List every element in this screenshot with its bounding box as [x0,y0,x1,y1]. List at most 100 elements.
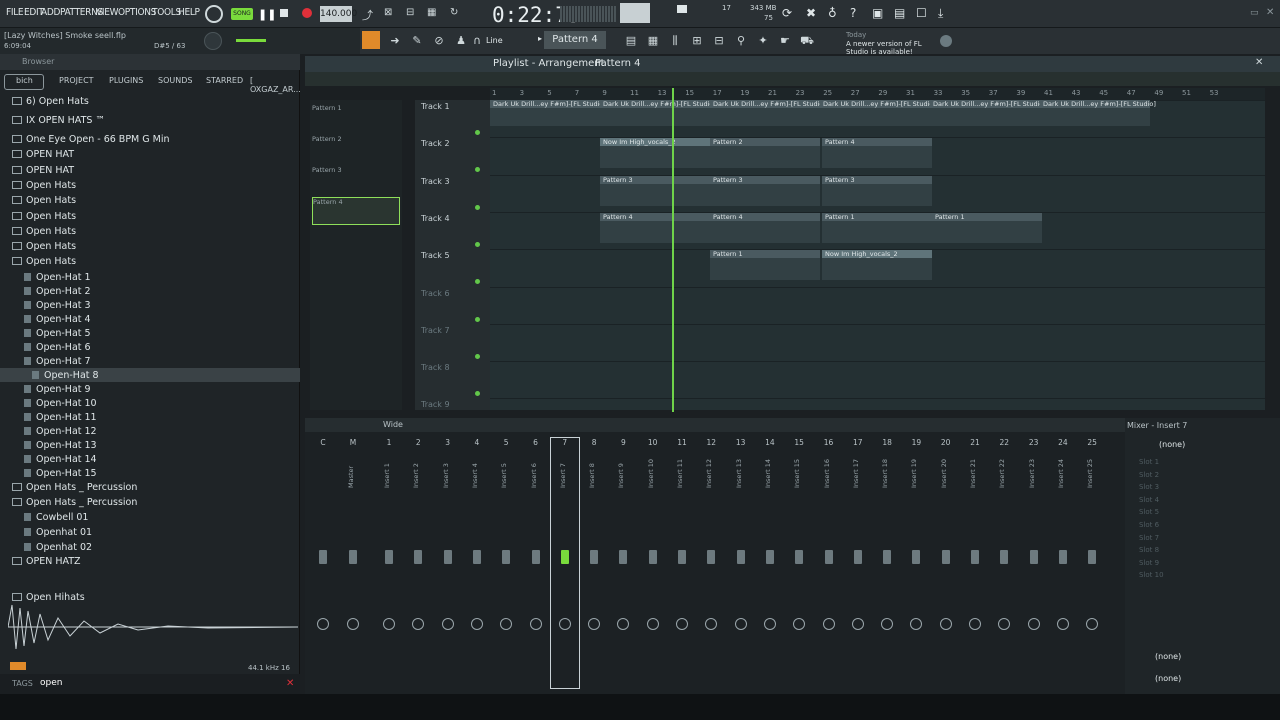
browser-file-item[interactable]: Cowbell 01 [24,512,88,523]
refresh-icon[interactable]: ⟳ [782,6,792,20]
menu-options[interactable]: OPTIONS [118,7,156,18]
browser-icon[interactable]: ⊟ [712,34,726,48]
news-globe-icon[interactable] [940,35,952,47]
fx-icon[interactable]: ✖ [806,6,816,20]
browser-file-item[interactable]: Open-Hat 3 [24,300,91,311]
volume-fader[interactable] [472,550,481,564]
pause-icon[interactable]: ❚❚ [258,8,276,21]
browser-folder-item[interactable]: Open Hats [12,256,76,267]
effect-slot[interactable]: Slot 4 [1139,496,1159,504]
audio-clip[interactable]: Dark Uk Drill...ey F#m]-[FL Studio] [490,100,606,126]
volume-fader[interactable] [707,550,716,564]
edison-icon[interactable]: ✦ [756,34,770,48]
pan-knob[interactable] [734,618,747,630]
browser-file-item[interactable]: Open-Hat 9 [24,384,91,395]
mic-icon[interactable]: ♁ [828,6,837,20]
menu-tools[interactable]: TOOLS [152,7,181,18]
mixer-strip[interactable]: 13 Insert 13 [727,438,755,688]
effect-slot[interactable]: Slot 1 [1139,458,1159,466]
audio-clip[interactable]: Dark Uk Drill...ey F#m]-[FL Studio] [1040,100,1156,126]
browser-folder-item[interactable]: Open Hats [12,241,76,252]
browser-folder-item[interactable]: Open Hats _ Percussion [12,482,137,493]
menu-add[interactable]: ADD [41,7,60,18]
tags-search-input[interactable]: open [40,678,62,688]
volume-fader[interactable] [1029,550,1038,564]
pan-knob[interactable] [317,618,329,630]
volume-fader[interactable] [414,550,423,564]
step-edit-icon[interactable]: ▦ [427,7,436,18]
track-mute-icon[interactable] [475,279,480,285]
mixer-strip[interactable]: 15 Insert 15 [785,438,813,688]
mixer-strip[interactable]: 7 Insert 7 [549,437,580,689]
browser-folder-item[interactable]: Open Hats [12,211,76,222]
save-icon[interactable]: ▣ [872,6,883,20]
tab-project[interactable]: PROJECT [59,76,94,85]
mixer-icon[interactable]: ⫼ [668,34,682,48]
pan-knob[interactable] [851,618,864,630]
pattern-item[interactable]: Pattern 3 [312,166,400,194]
arrangement-grid[interactable]: Dark Uk Drill...ey F#m]-[FL Studio] Dark … [490,100,1265,410]
piano-roll-icon[interactable]: ⊞ [690,34,704,48]
track-mute-icon[interactable] [475,316,480,322]
pattern-clip[interactable]: Pattern 1 [822,213,932,243]
pattern-clip[interactable]: Pattern 4 [822,138,932,168]
volume-fader[interactable] [590,550,599,564]
pan-knob[interactable] [646,618,659,630]
mixer-strip[interactable]: 19 Insert 19 [902,438,930,688]
volume-fader[interactable] [736,550,745,564]
output-select-2[interactable]: (none) [1155,674,1181,683]
wait-record-icon[interactable]: ⊠ [384,7,392,18]
volume-fader[interactable] [319,550,327,564]
pan-knob[interactable] [441,618,454,630]
pattern-item[interactable]: Pattern 1 [312,104,400,132]
mixer-strip[interactable]: M Master [339,438,367,688]
volume-fader[interactable] [941,550,950,564]
pan-knob[interactable] [1027,618,1040,630]
track-name[interactable]: Track 8 [421,363,450,372]
mixer-view-mode[interactable]: Wide [383,420,403,429]
pat-song-toggle-icon[interactable] [205,5,223,23]
pattern-item[interactable]: Pattern 2 [312,135,400,163]
volume-fader[interactable] [765,550,774,564]
pattern-clip[interactable]: Pattern 4 [710,213,820,243]
news-text[interactable]: A newer version of FL Studio is availabl… [846,40,936,56]
clear-tags-icon[interactable]: ✕ [286,678,294,689]
stamp-icon[interactable]: ♟ [454,34,468,48]
touch-icon[interactable]: ☛ [778,34,792,48]
plugin-icon[interactable]: ⚲ [734,34,748,48]
tab-bich[interactable]: bich [16,76,33,85]
pan-knob[interactable] [910,618,923,630]
download-icon[interactable]: ⤓ [938,6,943,21]
pattern-clip[interactable]: Pattern 3 [822,176,932,206]
close-window-icon[interactable]: ✕ [1266,7,1274,18]
record-icon[interactable] [302,8,312,18]
pattern-item[interactable]: Pattern 4 [312,197,400,225]
audio-clip[interactable]: Dark Uk Drill...ey F#m]-[FL Studio] [930,100,1046,126]
volume-fader[interactable] [853,550,862,564]
playlist-close-icon[interactable]: ✕ [1255,57,1263,68]
mixer-strip[interactable]: 20 Insert 20 [932,438,960,688]
magnet-icon[interactable]: ∩ [470,34,484,48]
pattern-prev-icon[interactable]: ▸ [538,34,542,43]
pan-knob[interactable] [470,618,483,630]
mixer-strip[interactable]: 11 Insert 11 [668,438,696,688]
browser-file-item[interactable]: Open-Hat 5 [24,328,91,339]
track-mute-icon[interactable] [475,130,480,135]
playlist-icon[interactable]: ▤ [624,34,638,48]
pattern-clip[interactable]: Pattern 2 [710,138,820,168]
pan-knob[interactable] [529,618,542,630]
arrow-icon[interactable]: ➜ [388,34,402,48]
pan-knob[interactable] [763,618,776,630]
pan-knob[interactable] [558,618,571,630]
mixer-strip[interactable]: 10 Insert 10 [639,438,667,688]
minimize-icon[interactable]: ▭ [1250,8,1259,18]
volume-fader[interactable] [349,550,357,564]
pan-knob[interactable] [969,618,981,630]
link-icon[interactable]: ⊘ [432,34,446,48]
effect-slot[interactable]: Slot 10 [1139,571,1164,579]
track-mute-icon[interactable] [475,353,480,359]
browser-file-item[interactable]: Open-Hat 12 [24,426,97,437]
browser-file-item[interactable]: Open-Hat 7 [24,356,91,367]
mixer-strip[interactable]: 22 Insert 22 [990,438,1018,688]
track-mute-icon[interactable] [475,204,480,210]
